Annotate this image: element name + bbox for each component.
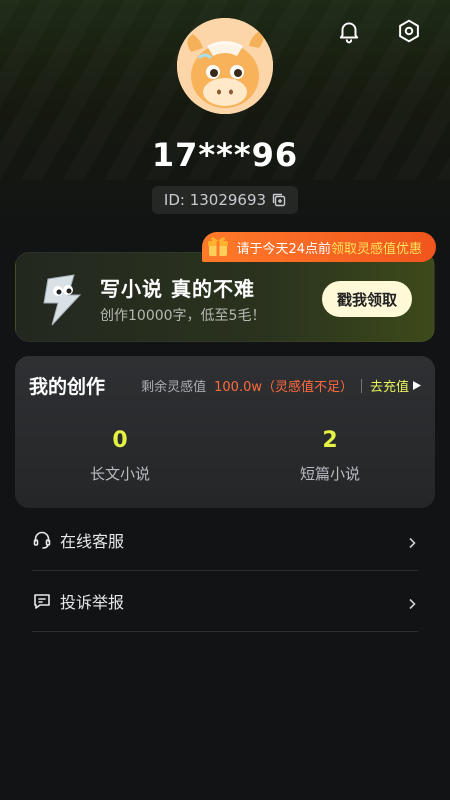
promo-notice[interactable]: 请于今天24点前 领取灵感值优惠 xyxy=(202,232,436,262)
report-icon xyxy=(32,591,52,611)
banner-title: 写小说 真的不难 xyxy=(100,277,255,301)
stat-short-novel[interactable]: 2 短篇小说 xyxy=(225,428,435,484)
stat-count: 2 xyxy=(322,428,338,453)
balance-value: 100.0w（灵感值不足） xyxy=(214,380,353,395)
promo-notice-text: 请于今天24点前 xyxy=(236,241,331,257)
avatar[interactable] xyxy=(177,18,273,114)
user-id-text: ID: 13029693 xyxy=(163,191,267,209)
my-creations-card: 我的创作 剩余灵感值 100.0w（灵感值不足） 去充值 0 长文小说 2 短篇… xyxy=(15,356,435,508)
user-id-badge[interactable]: ID: 13029693 xyxy=(152,186,298,214)
mascot-icon xyxy=(38,273,86,327)
bell-icon[interactable] xyxy=(334,16,364,46)
menu-item-label: 投诉举报 xyxy=(60,593,125,612)
section-title: 我的创作 xyxy=(29,376,106,398)
top-actions xyxy=(334,16,424,46)
stat-long-novel[interactable]: 0 长文小说 xyxy=(15,428,225,484)
divider xyxy=(360,378,362,393)
recharge-link[interactable]: 去充值 xyxy=(370,376,421,395)
stat-count: 0 xyxy=(112,428,128,453)
settings-icon[interactable] xyxy=(394,16,424,46)
inspiration-balance: 剩余灵感值 100.0w（灵感值不足） 去充值 xyxy=(141,376,421,395)
headset-icon xyxy=(32,530,52,550)
copy-icon[interactable] xyxy=(272,193,286,207)
stat-label: 长文小说 xyxy=(89,465,150,483)
settings-menu: 在线客服 投诉举报 xyxy=(32,510,418,632)
menu-item-label: 在线客服 xyxy=(60,532,125,551)
claim-button[interactable]: 戳我领取 xyxy=(322,281,412,317)
play-arrow-icon xyxy=(413,381,421,390)
username: 17***96 xyxy=(151,136,299,174)
promo-notice-highlight: 领取灵感值优惠 xyxy=(330,241,422,257)
promo-banner[interactable]: 写小说 真的不难 创作10000字，低至5毛！ 戳我领取 xyxy=(15,252,435,342)
balance-label: 剩余灵感值 xyxy=(141,380,207,395)
gift-icon xyxy=(206,234,230,258)
stat-label: 短篇小说 xyxy=(299,465,360,483)
chevron-right-icon xyxy=(406,595,418,610)
banner-subtitle: 创作10000字，低至5毛！ xyxy=(100,308,266,324)
chevron-right-icon xyxy=(406,534,418,549)
recharge-label: 去充值 xyxy=(369,380,409,395)
menu-item-customer-service[interactable]: 在线客服 xyxy=(32,510,418,571)
menu-item-report[interactable]: 投诉举报 xyxy=(32,571,418,632)
